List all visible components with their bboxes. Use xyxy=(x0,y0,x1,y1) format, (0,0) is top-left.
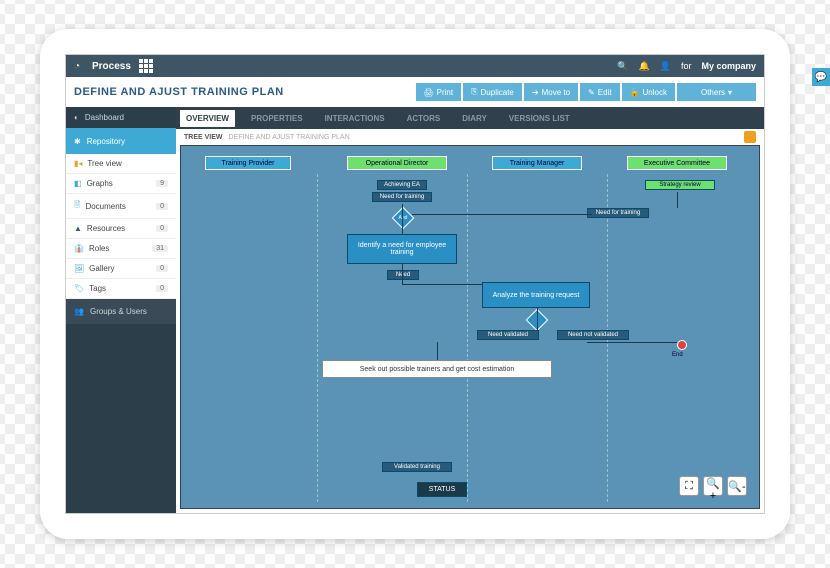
for-label: for xyxy=(681,61,692,71)
tab-properties[interactable]: PROPERTIES xyxy=(245,110,309,127)
zoom-out-button[interactable]: 🔍- xyxy=(727,476,747,496)
sidebar-groups[interactable]: 👥Groups & Users xyxy=(66,299,176,324)
print-button[interactable]: 🖨Print xyxy=(416,83,462,101)
tab-diary[interactable]: DIARY xyxy=(456,110,493,127)
copy-icon: ⎘ xyxy=(471,87,477,97)
sidebar-item-gallery[interactable]: 🖼Gallery0 xyxy=(66,259,176,279)
sidebar-item-resources[interactable]: ▲Resources0 xyxy=(66,219,176,239)
doc-icon: 🗎 xyxy=(74,199,80,213)
node-validated[interactable]: Need validated xyxy=(477,330,539,340)
gate-and-label: And xyxy=(392,214,414,222)
lane-provider[interactable]: Training Provider xyxy=(205,156,291,170)
roles-icon: 👔 xyxy=(74,244,84,253)
fit-button[interactable]: ⛶ xyxy=(679,476,699,496)
tab-interactions[interactable]: INTERACTIONS xyxy=(319,110,391,127)
users-icon: 👥 xyxy=(74,307,84,316)
zoom-in-button[interactable]: 🔍+ xyxy=(703,476,723,496)
node-seek[interactable]: Seek out possible trainers and get cost … xyxy=(322,360,552,378)
node-status[interactable]: STATUS xyxy=(417,482,467,497)
tabs: OVERVIEW PROPERTIES INTERACTIONS ACTORS … xyxy=(176,107,764,129)
network-icon: ✱ xyxy=(74,137,81,146)
resources-icon: ▲ xyxy=(74,224,82,233)
edit-icon: ✎ xyxy=(588,88,595,97)
titlebar: DEFINE AND AJUST TRAINING PLAN 🖨Print ⎘D… xyxy=(66,77,764,107)
search-icon[interactable]: 🔍 xyxy=(617,61,628,72)
apps-icon[interactable] xyxy=(139,59,153,73)
brand: Process xyxy=(92,61,131,72)
node-end-label: End xyxy=(672,352,683,358)
duplicate-button[interactable]: ⎘Duplicate xyxy=(463,83,522,101)
node-need3[interactable]: Need for training xyxy=(587,208,649,218)
lane-committee[interactable]: Executive Committee xyxy=(627,156,727,170)
lane-director[interactable]: Operational Director xyxy=(347,156,447,170)
tab-versions[interactable]: VERSIONS LIST xyxy=(503,110,576,127)
node-validated-training[interactable]: Validated training xyxy=(382,462,452,472)
edit-button[interactable]: ✎Edit xyxy=(580,83,620,101)
sidebar-item-tree[interactable]: ▮◂Tree view xyxy=(66,154,176,174)
tags-icon: 🏷 xyxy=(74,284,84,293)
sidebar-dashboard[interactable]: ◐Dashboard xyxy=(66,107,176,128)
company-name: My company xyxy=(701,61,756,71)
zoom-controls: ⛶ 🔍+ 🔍- xyxy=(679,476,747,496)
node-achieving[interactable]: Achieving EA xyxy=(377,180,427,190)
tab-actors[interactable]: ACTORS xyxy=(401,110,447,127)
node-need2[interactable]: Need xyxy=(387,270,419,280)
node-not-validated[interactable]: Need not validated xyxy=(557,330,629,340)
node-strategy[interactable]: Strategy review xyxy=(645,180,715,190)
topbar: ◔ Process 🔍 🔔 👤 for My company xyxy=(66,55,764,77)
tree-icon: ▮◂ xyxy=(74,159,82,168)
sidebar-item-tags[interactable]: 🏷Tags0 xyxy=(66,279,176,299)
sidebar: ◐Dashboard ✱Repository ▮◂Tree view ◧Grap… xyxy=(66,107,176,513)
tab-overview[interactable]: OVERVIEW xyxy=(180,110,235,127)
graphs-icon: ◧ xyxy=(74,179,82,188)
bell-icon[interactable]: 🔔 xyxy=(639,61,650,72)
diagram-canvas[interactable]: Training Provider Operational Director T… xyxy=(180,145,760,509)
breadcrumb: TREE VIEW DEFINE AND AJUST TRAINING PLAN xyxy=(176,129,764,145)
logo-icon: ◔ xyxy=(74,61,84,71)
gallery-icon: 🖼 xyxy=(74,264,84,273)
node-identify[interactable]: Identify a need for employee training xyxy=(347,234,457,264)
collapse-icon[interactable] xyxy=(744,131,756,143)
breadcrumb-root[interactable]: TREE VIEW xyxy=(184,134,223,141)
unlock-icon: 🔓 xyxy=(630,88,640,97)
print-icon: 🖨 xyxy=(424,88,434,97)
sidebar-repository[interactable]: ✱Repository xyxy=(66,128,176,154)
gauge-icon: ◐ xyxy=(74,113,79,122)
node-end-circle[interactable] xyxy=(677,340,687,350)
breadcrumb-current: DEFINE AND AJUST TRAINING PLAN xyxy=(229,134,350,141)
node-analyze[interactable]: Analyze the training request xyxy=(482,282,590,308)
move-icon: ➔ xyxy=(532,88,539,97)
page-title: DEFINE AND AJUST TRAINING PLAN xyxy=(74,86,284,98)
sidebar-item-roles[interactable]: 👔Roles31 xyxy=(66,239,176,259)
sidebar-item-graphs[interactable]: ◧Graphs9 xyxy=(66,174,176,194)
lane-manager[interactable]: Training Manager xyxy=(492,156,582,170)
sidebar-item-documents[interactable]: 🗎Documents0 xyxy=(66,194,176,219)
others-button[interactable]: Others ▾ xyxy=(677,83,756,101)
move-button[interactable]: ➔Move to xyxy=(524,83,578,101)
avatar-icon[interactable]: 👤 xyxy=(660,61,671,72)
node-need1[interactable]: Need for training xyxy=(372,192,432,202)
unlock-button[interactable]: 🔓Unlock xyxy=(622,83,675,101)
